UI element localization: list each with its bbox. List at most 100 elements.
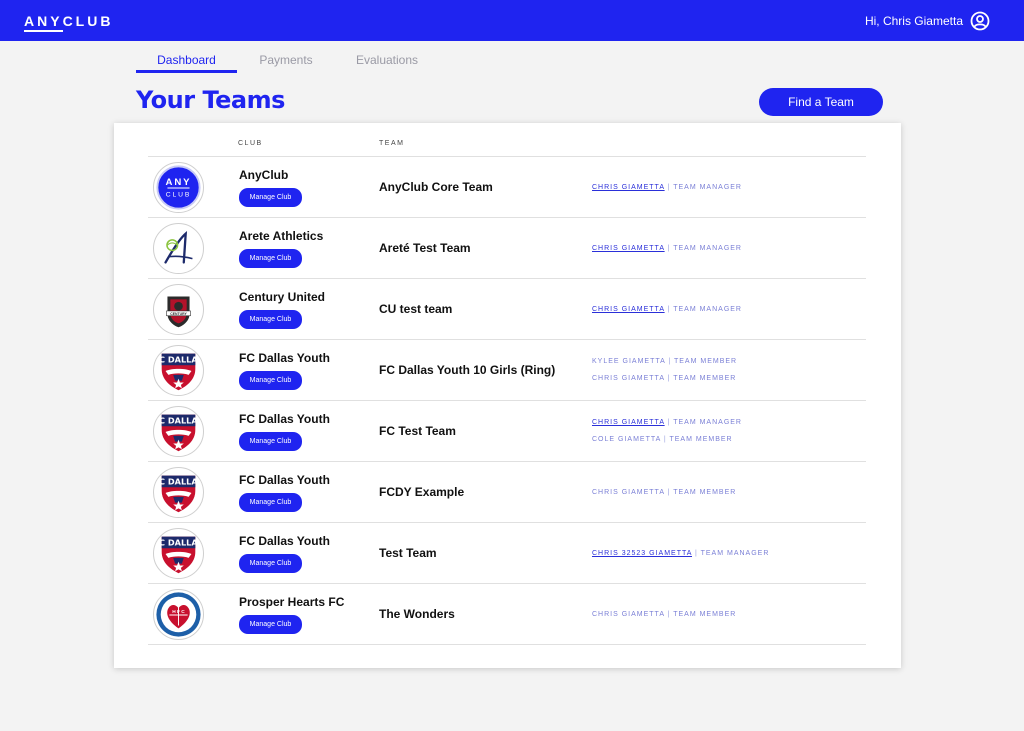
manage-club-button[interactable]: Manage Club — [239, 371, 302, 390]
team-name[interactable]: Areté Test Team — [379, 241, 471, 255]
svg-text:CLUB: CLUB — [166, 192, 192, 199]
svg-text:FC DALLAS: FC DALLAS — [154, 537, 203, 547]
member-separator: | — [665, 358, 674, 365]
member-role: TEAM MANAGER — [673, 419, 742, 426]
team-members: CHRIS GIAMETTA | TEAM MANAGER — [592, 218, 742, 278]
find-team-button[interactable]: Find a Team — [759, 88, 883, 116]
manage-club-button[interactable]: Manage Club — [239, 310, 302, 329]
member-role: TEAM MEMBER — [669, 436, 733, 443]
manage-club-button[interactable]: Manage Club — [239, 188, 302, 207]
club-logo-arete — [153, 223, 204, 274]
user-circle-icon[interactable] — [970, 11, 990, 31]
manage-club-button[interactable]: Manage Club — [239, 615, 302, 634]
club-logo-fcdallas: FC DALLAS — [153, 467, 204, 518]
club-name: FC Dallas Youth — [239, 412, 330, 426]
club-name: FC Dallas Youth — [239, 473, 330, 487]
club-name: Prosper Hearts FC — [239, 595, 345, 609]
table-row: FC DALLAS FC Dallas Youth Manage Club FCDY… — [148, 462, 866, 523]
member-role: TEAM MANAGER — [700, 549, 770, 557]
tab-bar: Dashboard Payments Evaluations — [136, 50, 439, 73]
team-name[interactable]: FCDY Example — [379, 485, 464, 499]
member-name-link[interactable]: CHRIS GIAMETTA — [592, 419, 665, 426]
member-name: KYLEE GIAMETTA — [592, 358, 666, 365]
brand-logo[interactable]: ANYCLUB — [24, 12, 114, 32]
member-role: TEAM MEMBER — [673, 358, 738, 365]
manage-club-button[interactable]: Manage Club — [239, 432, 302, 451]
svg-text:FC DALLAS: FC DALLAS — [154, 354, 203, 364]
member-entry: KYLEE GIAMETTA | TEAM MEMBER — [592, 358, 737, 365]
member-entry: CHRIS GIAMETTA | TEAM MANAGER — [592, 306, 742, 313]
svg-text:ANY: ANY — [165, 177, 191, 188]
svg-text:H F C: H F C — [172, 609, 185, 615]
manage-club-button[interactable]: Manage Club — [239, 249, 302, 268]
tab-evaluations[interactable]: Evaluations — [335, 50, 439, 73]
table-row: FC DALLAS FC Dallas Youth Manage Club FC T… — [148, 401, 866, 462]
table-row: FC DALLAS FC Dallas Youth Manage Club Test… — [148, 523, 866, 584]
teams-table-body: ANY CLUB AnyClub Manage Club AnyClub Core … — [148, 157, 866, 645]
member-role: TEAM MEMBER — [673, 375, 737, 382]
member-separator: | — [664, 244, 674, 252]
club-name: AnyClub — [239, 168, 289, 182]
member-separator: | — [692, 549, 701, 557]
team-members: CHRIS GIAMETTA | TEAM MANAGER — [592, 157, 742, 217]
table-row: Arete Athletics Manage Club Areté Test Tea… — [148, 218, 866, 279]
club-name: Century United — [239, 290, 326, 304]
club-logo-fcdallas: FC DALLAS — [153, 406, 204, 457]
team-name[interactable]: The Wonders — [379, 607, 455, 621]
member-entry: CHRIS 32523 GIAMETTA | TEAM MANAGER — [592, 550, 769, 557]
member-role: TEAM MEMBER — [673, 610, 737, 618]
club-logo-anyclub: ANY CLUB — [153, 162, 204, 213]
team-members: CHRIS GIAMETTA | TEAM MANAGER COLE GIAMET… — [592, 401, 742, 461]
club-name: FC Dallas Youth — [239, 534, 330, 548]
member-role: TEAM MANAGER — [673, 305, 742, 313]
member-role: TEAM MEMBER — [673, 488, 737, 496]
brand-logo-club: CLUB — [62, 12, 114, 29]
team-members: CHRIS GIAMETTA | TEAM MEMBER — [592, 462, 736, 522]
page-title: Your Teams — [136, 86, 285, 114]
team-members: CHRIS GIAMETTA | TEAM MEMBER — [592, 584, 736, 644]
table-row: FC DALLAS FC Dallas Youth Manage Club FC D… — [148, 340, 866, 401]
member-entry: CHRIS GIAMETTA | TEAM MANAGER — [592, 245, 742, 252]
team-name[interactable]: AnyClub Core Team — [379, 180, 493, 194]
teams-card: CLUB TEAM ANY CLUB AnyClub Manage Club Any… — [114, 123, 901, 668]
manage-club-button[interactable]: Manage Club — [239, 493, 302, 512]
team-members: CHRIS 32523 GIAMETTA | TEAM MANAGER — [592, 523, 769, 583]
member-name-link[interactable]: CHRIS 32523 GIAMETTA — [592, 550, 692, 557]
member-name: CHRIS GIAMETTA — [592, 375, 665, 382]
member-separator: | — [664, 375, 674, 382]
member-separator: | — [664, 183, 674, 191]
member-name-link[interactable]: CHRIS GIAMETTA — [592, 184, 665, 191]
club-name: FC Dallas Youth — [239, 351, 330, 365]
member-name: CHRIS GIAMETTA — [592, 488, 665, 496]
svg-text:FC DALLAS: FC DALLAS — [154, 476, 203, 486]
team-name[interactable]: CU test team — [379, 302, 452, 316]
club-logo-fcdallas: FC DALLAS — [153, 345, 204, 396]
member-entry: CHRIS GIAMETTA | TEAM MEMBER — [592, 375, 737, 382]
team-members: KYLEE GIAMETTA | TEAM MEMBER CHRIS GIAMET… — [592, 340, 737, 400]
tab-dashboard[interactable]: Dashboard — [136, 50, 237, 73]
member-entry: CHRIS GIAMETTA | TEAM MEMBER — [592, 611, 736, 618]
team-name[interactable]: Test Team — [379, 546, 437, 560]
member-name-link[interactable]: CHRIS GIAMETTA — [592, 306, 665, 313]
club-name: Arete Athletics — [239, 229, 324, 243]
member-role: TEAM MANAGER — [673, 183, 742, 191]
tab-payments[interactable]: Payments — [237, 50, 335, 73]
member-name: COLE GIAMETTA — [592, 436, 661, 443]
member-name-link[interactable]: CHRIS GIAMETTA — [592, 245, 665, 252]
club-logo-century: CENTURY — [153, 284, 204, 335]
table-row: CENTURY Century United Manage Club CU test… — [148, 279, 866, 340]
table-header: CLUB TEAM — [148, 123, 866, 157]
team-members: CHRIS GIAMETTA | TEAM MANAGER — [592, 279, 742, 339]
svg-text:CENTURY: CENTURY — [170, 312, 187, 316]
club-logo-fcdallas: FC DALLAS — [153, 528, 204, 579]
club-logo-prosper: H F C — [153, 589, 204, 640]
manage-club-button[interactable]: Manage Club — [239, 554, 302, 573]
top-navbar: ANYCLUB Hi, Chris Giametta — [0, 0, 1024, 41]
member-entry: CHRIS GIAMETTA | TEAM MANAGER — [592, 419, 742, 426]
table-row: ANY CLUB AnyClub Manage Club AnyClub Core … — [148, 157, 866, 218]
user-menu[interactable]: Hi, Chris Giametta — [865, 11, 990, 31]
column-header-team: TEAM — [379, 140, 405, 147]
team-name[interactable]: FC Dallas Youth 10 Girls (Ring) — [379, 363, 555, 377]
team-name[interactable]: FC Test Team — [379, 424, 456, 438]
brand-logo-any: ANY — [24, 12, 63, 32]
